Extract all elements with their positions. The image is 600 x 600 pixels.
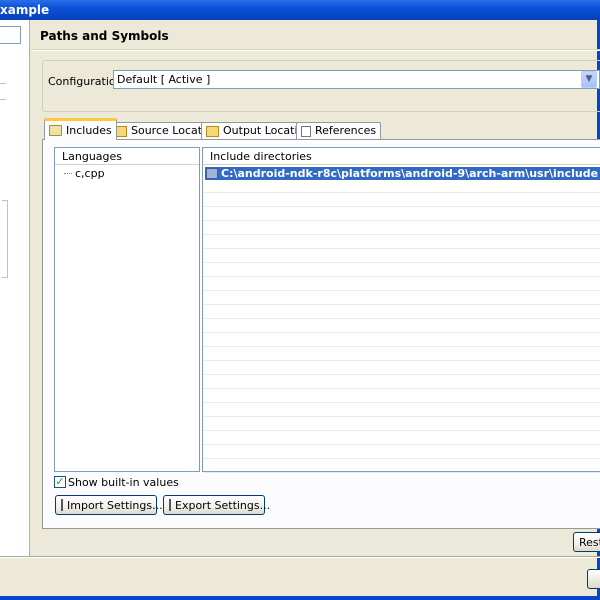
export-icon — [169, 499, 171, 511]
window-title-bar[interactable]: xample — [0, 0, 600, 20]
table-row — [203, 362, 600, 375]
import-settings-label: Import Settings... — [67, 498, 163, 512]
import-settings-button[interactable]: Import Settings... — [55, 495, 163, 515]
tab-label: References — [315, 124, 377, 137]
include-directory-item[interactable]: C:\android-ndk-r8c\platforms\android-9\a… — [205, 167, 600, 180]
table-row — [203, 278, 600, 291]
table-row — [203, 390, 600, 403]
tab-includes[interactable]: Includes — [44, 118, 117, 140]
table-row — [203, 194, 600, 207]
table-row — [203, 180, 600, 193]
table-row — [203, 236, 600, 249]
includes-icon — [49, 125, 62, 136]
references-icon — [301, 125, 311, 137]
window-title: xample — [0, 3, 50, 17]
chevron-down-icon[interactable]: ▼ — [581, 71, 597, 88]
show-builtin-checkbox[interactable]: ✓ — [54, 476, 66, 488]
table-row — [203, 446, 600, 459]
window-bottom-border — [0, 596, 600, 600]
tab-references[interactable]: References — [296, 122, 382, 139]
tab-label: Includes — [66, 123, 112, 137]
configuration-select[interactable]: Default [ Active ] — [113, 70, 600, 89]
language-item-c-cpp[interactable]: c,cpp — [72, 167, 105, 181]
table-row — [203, 334, 600, 347]
property-tree-pane[interactable] — [0, 20, 30, 556]
restore-defaults-label: Resto — [579, 535, 600, 549]
restore-defaults-button[interactable]: Resto — [573, 532, 600, 552]
configuration-value: Default [ Active ] — [117, 73, 211, 86]
table-row — [203, 222, 600, 235]
table-row — [203, 418, 600, 431]
header-divider-highlight — [31, 50, 600, 51]
table-row — [203, 460, 600, 473]
tree-connector — [0, 99, 6, 100]
table-row — [203, 264, 600, 277]
tree-connector — [2, 200, 8, 278]
export-settings-button[interactable]: Export Settings... — [163, 495, 270, 515]
table-row — [203, 404, 600, 417]
languages-column-header[interactable]: Languages — [55, 148, 199, 165]
page-title: Paths and Symbols — [40, 29, 169, 43]
table-row — [203, 292, 600, 305]
filter-input[interactable] — [0, 26, 21, 44]
show-builtin-label[interactable]: Show built-in values — [68, 476, 179, 489]
include-directories-column-header[interactable]: Include directories — [203, 148, 600, 165]
table-row — [203, 208, 600, 221]
include-directory-path: C:\android-ndk-r8c\platforms\android-9\a… — [221, 167, 599, 180]
export-settings-label: Export Settings... — [175, 498, 271, 512]
ok-button[interactable] — [587, 569, 600, 589]
table-row — [203, 376, 600, 389]
table-row — [203, 306, 600, 319]
output-folder-icon — [206, 125, 219, 137]
languages-list[interactable] — [54, 147, 200, 472]
table-row — [203, 250, 600, 263]
tree-connector — [64, 173, 72, 174]
tree-connector — [0, 83, 6, 84]
include-folder-icon — [206, 168, 218, 179]
table-row — [203, 432, 600, 445]
import-icon — [61, 499, 63, 511]
footer-divider-highlight — [0, 557, 600, 558]
table-row — [203, 320, 600, 333]
table-row — [203, 348, 600, 361]
